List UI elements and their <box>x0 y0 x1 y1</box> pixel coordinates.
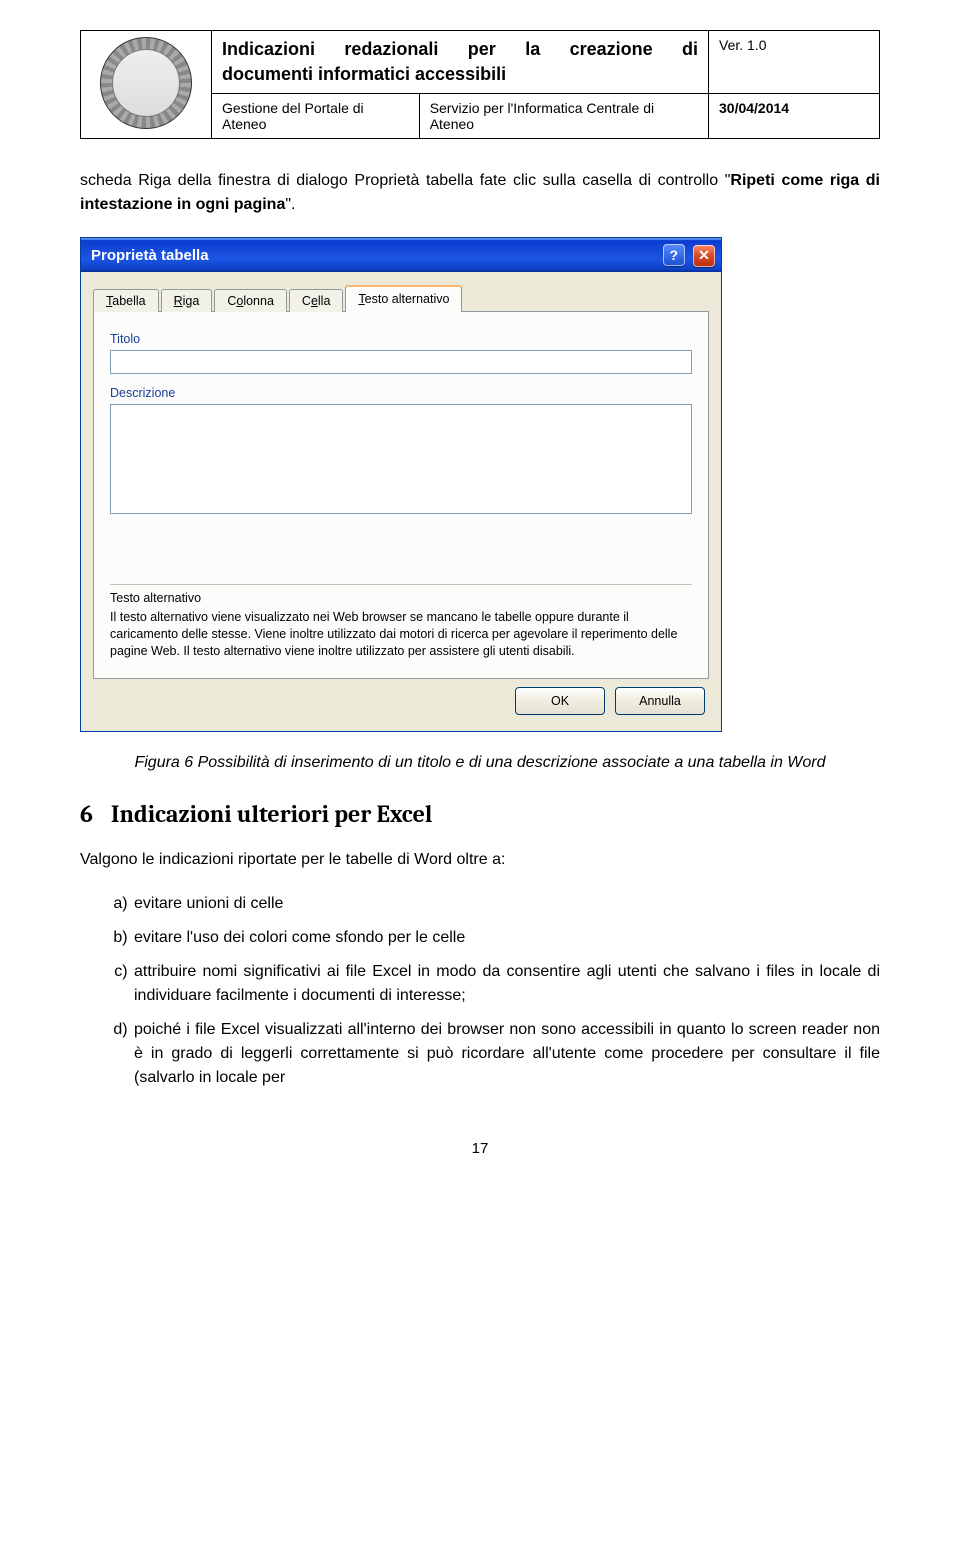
divider <box>110 584 692 585</box>
help-icon[interactable]: ? <box>663 244 685 266</box>
section-number: 6 <box>80 800 93 828</box>
dialog-title: Proprietà tabella <box>91 247 209 264</box>
dialog-panel: Titolo Descrizione Testo alternativo Il … <box>93 312 709 679</box>
tab-strip: Tabella Riga Colonna Cella Testo alterna… <box>93 284 709 312</box>
section-title: Indicazioni ulteriori per Excel <box>111 800 432 828</box>
label-testo-alternativo: Testo alternativo <box>110 591 692 605</box>
doc-title-line2: documenti informatici accessibili <box>222 62 698 87</box>
descrizione-input[interactable] <box>110 404 692 514</box>
tab-colonna[interactable]: Colonna <box>214 289 287 312</box>
list-item: attribuire nomi significativi ai file Ex… <box>132 960 880 1008</box>
titolo-input[interactable] <box>110 350 692 374</box>
list-item: evitare l'uso dei colori come sfondo per… <box>132 926 880 950</box>
intro-paragraph: scheda Riga della finestra di dialogo Pr… <box>80 169 880 217</box>
instruction-list: evitare unioni di celle evitare l'uso de… <box>80 892 880 1090</box>
ok-button[interactable]: OK <box>515 687 605 715</box>
label-descrizione: Descrizione <box>110 386 692 400</box>
properties-dialog: Proprietà tabella ? ✕ Tabella Riga Colon… <box>80 237 722 732</box>
figure-caption: Figura 6 Possibilità di inserimento di u… <box>80 752 880 774</box>
document-header: Indicazioni redazionali per la creazione… <box>80 30 880 139</box>
page-number: 17 <box>80 1140 880 1157</box>
tab-riga[interactable]: Riga <box>161 289 213 312</box>
tab-cella[interactable]: Cella <box>289 289 344 312</box>
list-item: evitare unioni di celle <box>132 892 880 916</box>
dialog-titlebar: Proprietà tabella ? ✕ <box>81 238 721 272</box>
doc-version: Ver. 1.0 <box>709 31 880 94</box>
tab-tabella[interactable]: Tabella <box>93 289 159 312</box>
section-intro: Valgono le indicazioni riportate per le … <box>80 848 880 872</box>
university-seal <box>81 31 212 139</box>
label-titolo: Titolo <box>110 332 692 346</box>
doc-department: Gestione del Portale di Ateneo <box>212 94 420 139</box>
close-icon[interactable]: ✕ <box>693 245 715 267</box>
tab-testo-alternativo[interactable]: Testo alternativo <box>345 285 462 312</box>
doc-service: Servizio per l'Informatica Centrale di A… <box>419 94 708 139</box>
doc-title-line1: Indicazioni redazionali per la creazione… <box>222 37 698 62</box>
doc-date: 30/04/2014 <box>709 94 880 139</box>
help-text: Il testo alternativo viene visualizzato … <box>110 609 692 660</box>
list-item: poiché i file Excel visualizzati all'int… <box>132 1018 880 1090</box>
cancel-button[interactable]: Annulla <box>615 687 705 715</box>
section-heading: 6 Indicazioni ulteriori per Excel <box>80 800 880 828</box>
